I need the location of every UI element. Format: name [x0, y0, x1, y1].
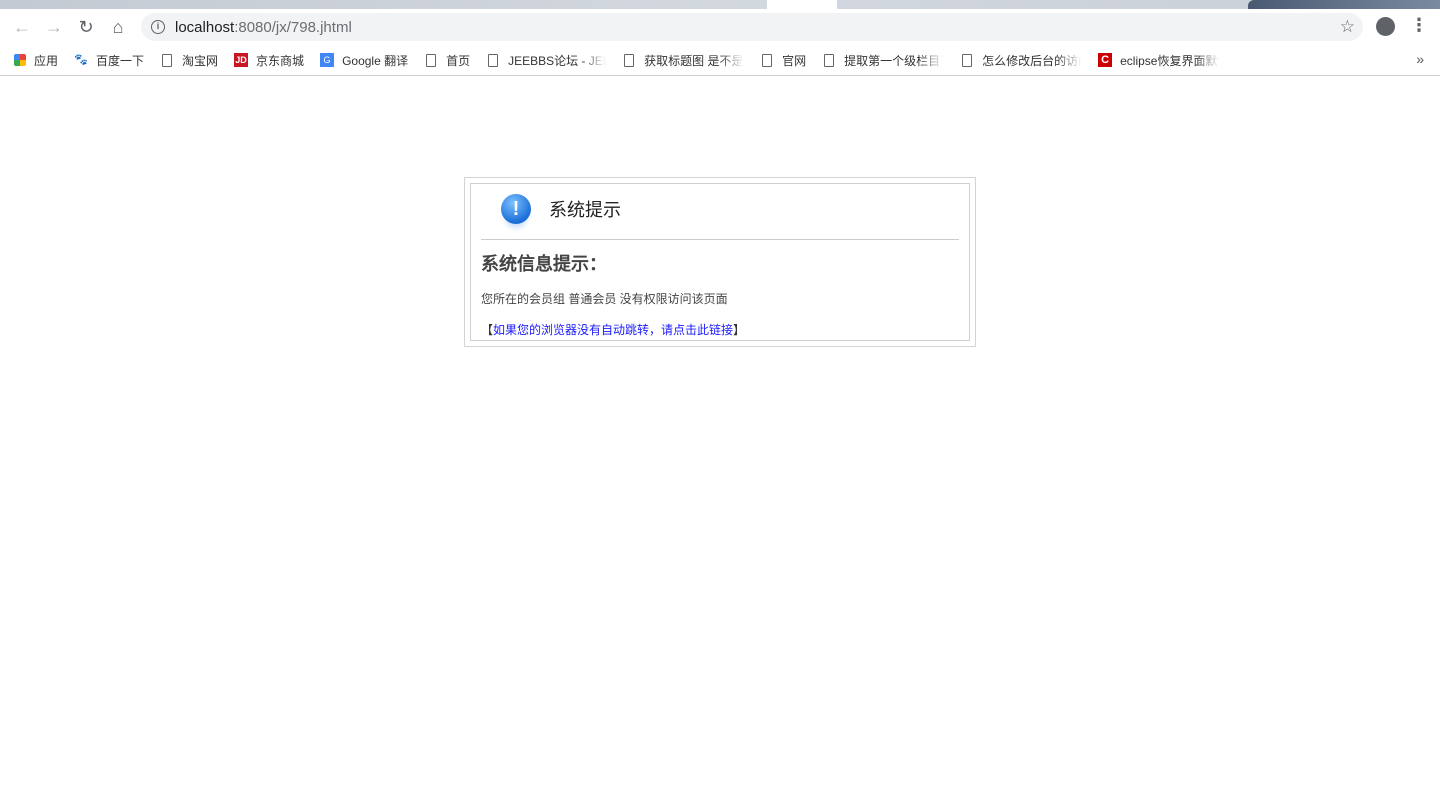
bookmark-item[interactable]: Ceclipse恢复界面默认 — [1098, 52, 1220, 69]
page-icon — [162, 53, 173, 67]
bookmark-label: 提取第一个级栏目下的 — [844, 53, 944, 68]
dialog-title: 系统提示 — [549, 199, 621, 220]
reload-icon[interactable]: ↻ — [70, 17, 102, 38]
address-bar[interactable]: i localhost:8080/jx/798.jhtml ☆ — [141, 13, 1363, 41]
back-icon[interactable]: ← — [6, 17, 38, 38]
system-message-dialog: ! 系统提示 系统信息提示： 您所在的会员组 普通会员 没有权限访问该页面 【如… — [464, 177, 976, 347]
more-bookmarks-button[interactable]: » — [1416, 51, 1424, 67]
page-icon — [426, 53, 437, 67]
active-tab[interactable] — [767, 0, 837, 9]
bookmark-item[interactable]: 怎么修改后台的访问地 — [960, 52, 1082, 69]
jd-icon: JD — [234, 53, 249, 67]
message-heading: 系统信息提示： — [481, 254, 607, 274]
menu-icon[interactable]: ⋮ — [1410, 15, 1428, 36]
bookmark-label: 应用 — [34, 53, 59, 68]
exclamation-icon: ! — [501, 193, 531, 224]
apps-grid-icon — [14, 54, 26, 66]
page-icon — [824, 53, 835, 67]
bracket-open: 【 — [481, 323, 494, 337]
account-icon[interactable] — [1376, 17, 1395, 36]
bookmark-label: JEEBBS论坛 - JEECM — [508, 53, 606, 68]
bookmark-label: 京东商城 — [256, 53, 305, 68]
info-icon[interactable]: i — [151, 20, 165, 34]
bookmark-item[interactable]: 🐾 百度一下 — [74, 52, 144, 69]
bookmark-item[interactable]: 获取标题图 是不是通 — [622, 52, 744, 69]
google-translate-icon: G — [320, 53, 335, 67]
page-icon — [962, 53, 973, 67]
bookmark-item[interactable]: JD 京东商城 — [234, 52, 304, 69]
baidu-paw-icon: 🐾 — [74, 54, 88, 66]
forward-icon[interactable]: → — [38, 17, 70, 38]
bookmark-item[interactable]: 首页 — [424, 52, 470, 69]
window-tab-area — [1248, 0, 1440, 9]
page-icon — [624, 53, 635, 67]
bookmark-item[interactable]: 官网 — [760, 52, 806, 69]
bookmark-item[interactable]: JEEBBS论坛 - JEECM — [486, 52, 606, 69]
bookmark-label: 获取标题图 是不是通 — [644, 53, 744, 68]
bookmark-item[interactable]: 淘宝网 — [160, 52, 218, 69]
page-icon — [488, 53, 499, 67]
bracket-close: 】 — [733, 323, 746, 337]
page-icon — [762, 53, 773, 67]
home-icon[interactable]: ⌂ — [102, 17, 134, 38]
message-text: 您所在的会员组 普通会员 没有权限访问该页面 — [481, 292, 728, 306]
bookmark-label: 百度一下 — [96, 53, 145, 68]
eclipse-icon: C — [1098, 53, 1113, 67]
tab-strip — [0, 0, 1440, 9]
bookmark-label: 官网 — [782, 53, 807, 68]
bookmark-label: 首页 — [446, 53, 471, 68]
bookmark-item[interactable]: 提取第一个级栏目下的 — [822, 52, 944, 69]
bookmark-label: 淘宝网 — [182, 53, 219, 68]
bookmark-label: eclipse恢复界面默认 — [1120, 53, 1221, 68]
bookmark-label: Google 翻译 — [342, 53, 409, 68]
bookmarks-bar: 应用 🐾 百度一下 淘宝网 JD 京东商城 G Google 翻译 首页 JEEBBS论坛 - J… — [0, 45, 1440, 76]
bookmark-item[interactable]: 应用 — [14, 52, 58, 69]
url-text[interactable]: localhost:8080/jx/798.jhtml — [175, 19, 352, 36]
browser-toolbar: ← → ↻ ⌂ i localhost:8080/jx/798.jhtml ☆ … — [0, 9, 1440, 45]
bookmark-item[interactable]: G Google 翻译 — [320, 52, 408, 69]
bookmark-label: 怎么修改后台的访问地 — [982, 53, 1082, 68]
redirect-link[interactable]: 如果您的浏览器没有自动跳转，请点击此链接 — [493, 323, 733, 337]
bookmark-star-icon[interactable]: ☆ — [1340, 17, 1355, 37]
